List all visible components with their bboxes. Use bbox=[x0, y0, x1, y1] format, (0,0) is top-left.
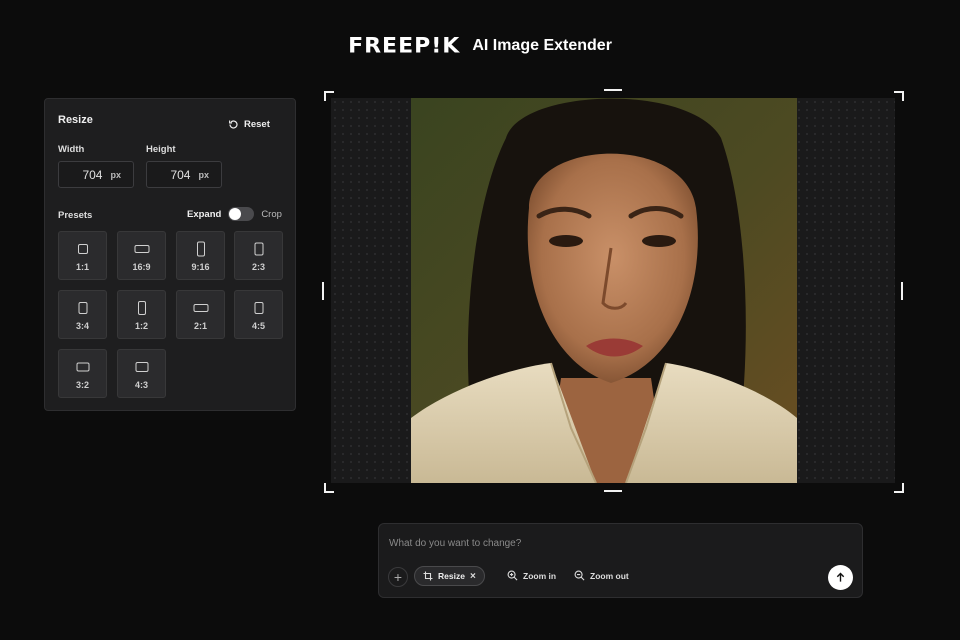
preset-2-3[interactable]: 2:3 bbox=[234, 231, 283, 280]
ratio-landscape-icon bbox=[134, 245, 149, 253]
zoom-in-label: Zoom in bbox=[523, 570, 557, 581]
edge-handle-top[interactable] bbox=[604, 89, 622, 91]
ratio-portrait-icon bbox=[254, 242, 263, 256]
chip-label: Resize bbox=[438, 571, 465, 581]
preset-label: 3:2 bbox=[75, 380, 89, 390]
preset-label: 2:3 bbox=[251, 262, 265, 272]
ratio-landscape-icon bbox=[76, 362, 89, 372]
corner-handle-bottom-left[interactable] bbox=[324, 483, 334, 493]
zoom-out-button[interactable]: Zoom out bbox=[574, 570, 629, 581]
preset-4-5[interactable]: 4:5 bbox=[234, 290, 283, 339]
preset-label: 2:1 bbox=[193, 321, 207, 331]
width-field[interactable]: 704 px bbox=[58, 161, 134, 188]
send-button[interactable] bbox=[828, 565, 853, 590]
add-button[interactable]: + bbox=[388, 567, 408, 587]
height-label: Height bbox=[146, 144, 176, 155]
corner-handle-bottom-right[interactable] bbox=[894, 483, 904, 493]
ratio-portrait-icon bbox=[78, 302, 87, 314]
plus-icon: + bbox=[393, 569, 403, 585]
portrait-image bbox=[411, 98, 797, 483]
ratio-landscape-icon bbox=[193, 304, 208, 312]
preset-label: 1:2 bbox=[134, 321, 148, 331]
arrow-up-icon bbox=[836, 572, 845, 582]
extend-canvas[interactable] bbox=[331, 98, 895, 483]
app-header: FREEP!K AI Image Extender bbox=[0, 34, 960, 58]
crop-icon bbox=[423, 571, 433, 581]
preset-9-16[interactable]: 9:16 bbox=[176, 231, 225, 280]
expand-label[interactable]: Expand bbox=[187, 209, 221, 220]
resize-chip[interactable]: Resize × bbox=[414, 566, 485, 586]
expand-crop-toggle[interactable] bbox=[228, 207, 255, 221]
ratio-portrait-icon bbox=[137, 301, 146, 315]
prompt-input[interactable] bbox=[387, 534, 811, 552]
portrait-photo bbox=[411, 98, 797, 483]
preset-1-1[interactable]: 1:1 bbox=[58, 231, 107, 280]
width-unit: px bbox=[110, 169, 121, 180]
zoom-in-icon bbox=[507, 570, 518, 581]
width-value: 704 bbox=[82, 167, 103, 182]
freepik-logo[interactable]: FREEP!K bbox=[348, 34, 460, 58]
ratio-portrait-icon bbox=[254, 302, 263, 314]
width-label: Width bbox=[58, 144, 85, 155]
preset-label: 4:3 bbox=[134, 380, 148, 390]
corner-handle-top-right[interactable] bbox=[894, 91, 904, 101]
preset-label: 3:4 bbox=[75, 321, 89, 331]
prompt-box: + Resize × Zoom in Zoom out bbox=[378, 523, 863, 598]
reset-icon bbox=[229, 120, 238, 129]
zoom-in-button[interactable]: Zoom in bbox=[507, 570, 556, 581]
preset-label: 16:9 bbox=[132, 262, 151, 272]
preset-label: 4:5 bbox=[251, 321, 265, 331]
crop-label[interactable]: Crop bbox=[261, 209, 282, 220]
toggle-knob bbox=[229, 208, 242, 220]
reset-label: Reset bbox=[244, 119, 270, 130]
ratio-square-icon bbox=[77, 244, 88, 254]
corner-handle-top-left[interactable] bbox=[324, 91, 334, 101]
zoom-out-icon bbox=[574, 570, 585, 581]
height-unit: px bbox=[198, 169, 209, 180]
preset-2-1[interactable]: 2:1 bbox=[176, 290, 225, 339]
preset-4-3[interactable]: 4:3 bbox=[117, 349, 166, 398]
page-title: AI Image Extender bbox=[472, 37, 612, 54]
edge-handle-left[interactable] bbox=[322, 282, 324, 300]
zoom-out-label: Zoom out bbox=[590, 570, 629, 581]
preset-3-4[interactable]: 3:4 bbox=[58, 290, 107, 339]
edge-handle-bottom[interactable] bbox=[604, 490, 622, 492]
height-field[interactable]: 704 px bbox=[146, 161, 222, 188]
edge-handle-right[interactable] bbox=[901, 282, 903, 300]
ratio-landscape-icon bbox=[135, 362, 148, 372]
ratio-portrait-icon bbox=[196, 241, 205, 257]
preset-1-2[interactable]: 1:2 bbox=[117, 290, 166, 339]
preset-label: 1:1 bbox=[75, 262, 89, 272]
expand-crop-toggle-group: Expand Crop bbox=[187, 207, 282, 221]
preset-16-9[interactable]: 16:9 bbox=[117, 231, 166, 280]
preset-3-2[interactable]: 3:2 bbox=[58, 349, 107, 398]
reset-button[interactable]: Reset bbox=[228, 119, 270, 130]
panel-title: Resize bbox=[58, 114, 93, 126]
resize-panel: Resize Reset Width Height 704 px 704 px … bbox=[44, 98, 296, 411]
preset-label: 9:16 bbox=[191, 262, 210, 272]
close-icon[interactable]: × bbox=[470, 571, 476, 582]
height-value: 704 bbox=[170, 167, 191, 182]
presets-label: Presets bbox=[58, 210, 93, 221]
